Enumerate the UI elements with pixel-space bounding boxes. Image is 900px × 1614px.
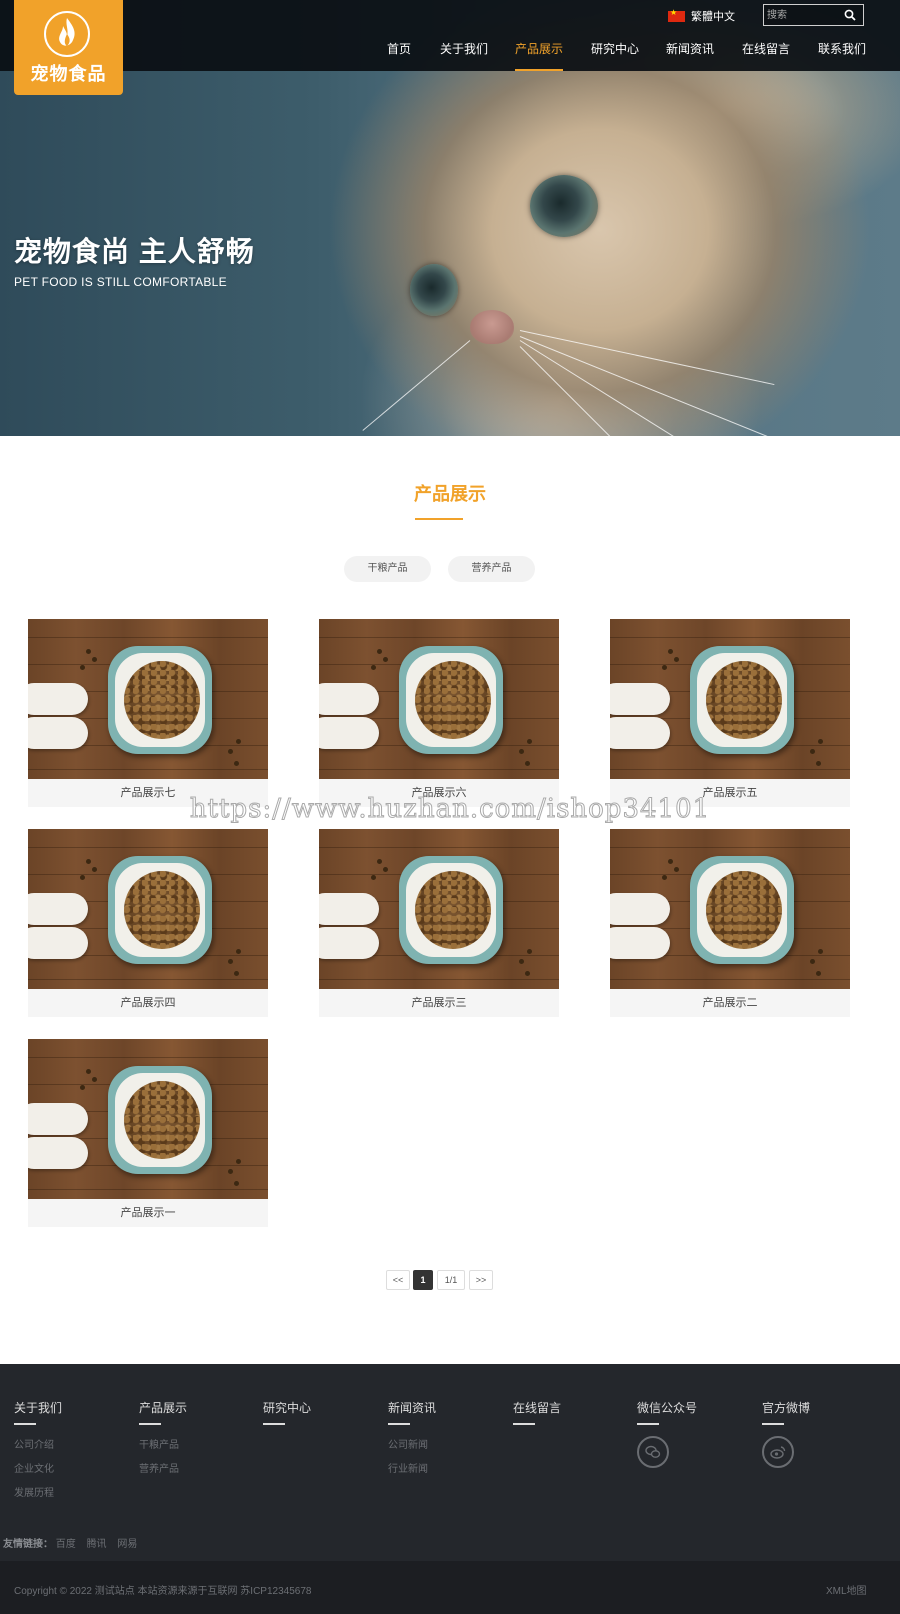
footer-col-news: 新闻资讯 公司新闻 行业新闻 — [388, 1399, 436, 1484]
footer-heading[interactable]: 在线留言 — [513, 1399, 561, 1416]
product-card[interactable]: 产品展示七 — [28, 619, 268, 807]
product-image[interactable] — [610, 619, 850, 779]
footer-heading[interactable]: 产品展示 — [139, 1399, 187, 1416]
product-image[interactable] — [28, 619, 268, 779]
xml-sitemap-link[interactable]: XML地图 — [826, 1582, 867, 1597]
nav-contact[interactable]: 联系我们 — [818, 41, 866, 71]
product-image[interactable] — [610, 829, 850, 989]
product-card[interactable]: 产品展示二 — [610, 829, 850, 1017]
friend-links-label: 友情链接： — [3, 1539, 53, 1550]
footer-link[interactable]: 营养产品 — [139, 1460, 187, 1475]
footer-heading[interactable]: 新闻资讯 — [388, 1399, 436, 1416]
product-image[interactable] — [319, 619, 559, 779]
friend-link[interactable]: 腾讯 — [87, 1539, 107, 1550]
top-bar: 繁體中文 首页 关于我们 产品展示 研究中心 新闻资讯 在线留言 联系我们 — [0, 0, 900, 71]
watermark-text: https://www.huzhan.com/ishop34101 — [189, 794, 711, 825]
footer-link[interactable]: 企业文化 — [14, 1460, 62, 1475]
nav-home[interactable]: 首页 — [387, 41, 411, 71]
flame-icon — [44, 11, 90, 57]
friend-link[interactable]: 百度 — [56, 1539, 76, 1550]
china-flag-icon — [668, 8, 685, 22]
nav-message[interactable]: 在线留言 — [742, 41, 790, 71]
nav-about[interactable]: 关于我们 — [440, 41, 488, 71]
footer-heading: 微信公众号 — [637, 1401, 698, 1415]
footer-heading: 官方微博 — [762, 1401, 811, 1415]
product-image[interactable] — [28, 829, 268, 989]
main-nav: 首页 关于我们 产品展示 研究中心 新闻资讯 在线留言 联系我们 — [0, 41, 900, 71]
section-title: 产品展示 — [414, 484, 486, 504]
product-image[interactable] — [28, 1039, 268, 1199]
language-switch[interactable]: 繁體中文 — [668, 8, 735, 24]
hero-subtitle: PET FOOD IS STILL COMFORTABLE — [14, 275, 227, 289]
language-label: 繁體中文 — [691, 11, 735, 23]
product-card[interactable]: 产品展示六 — [319, 619, 559, 807]
cat-eye-left — [410, 264, 458, 316]
product-name[interactable]: 产品展示一 — [28, 1199, 268, 1227]
wechat-icon[interactable] — [637, 1436, 669, 1468]
product-card[interactable]: 产品展示一 — [28, 1039, 268, 1227]
current-page-button[interactable]: 1 — [413, 1270, 433, 1290]
weibo-icon[interactable] — [762, 1436, 794, 1468]
prev-page-button[interactable]: << — [386, 1270, 410, 1290]
site-logo[interactable]: 宠物食品 — [14, 0, 123, 95]
product-card[interactable]: 产品展示四 — [28, 829, 268, 1017]
product-name[interactable]: 产品展示四 — [28, 989, 268, 1017]
footer-link[interactable]: 公司介绍 — [14, 1436, 62, 1451]
page-count: 1/1 — [437, 1270, 465, 1290]
copyright-text: Copyright © 2022 测试站点 本站资源来源于互联网 苏ICP123… — [14, 1586, 312, 1597]
copyright-bar: Copyright © 2022 测试站点 本站资源来源于互联网 苏ICP123… — [0, 1561, 900, 1614]
category-nutrition[interactable]: 营养产品 — [448, 556, 535, 582]
footer-col-products: 产品展示 干粮产品 营养产品 — [139, 1399, 187, 1484]
footer-col-research: 研究中心 — [263, 1399, 311, 1436]
footer-col-message: 在线留言 — [513, 1399, 561, 1436]
footer-col-weibo: 官方微博 — [762, 1399, 810, 1468]
footer: 关于我们 公司介绍 企业文化 发展历程 产品展示 干粮产品 营养产品 研究中心 … — [0, 1364, 900, 1561]
footer-col-wechat: 微信公众号 — [637, 1399, 697, 1468]
product-name[interactable]: 产品展示三 — [319, 989, 559, 1017]
category-dry-food[interactable]: 干粮产品 — [344, 556, 431, 582]
product-card[interactable]: 产品展示三 — [319, 829, 559, 1017]
product-name[interactable]: 产品展示二 — [610, 989, 850, 1017]
footer-col-about: 关于我们 公司介绍 企业文化 发展历程 — [14, 1399, 62, 1508]
product-card[interactable]: 产品展示五 — [610, 619, 850, 807]
nav-products[interactable]: 产品展示 — [515, 41, 564, 71]
friend-link[interactable]: 网易 — [117, 1539, 137, 1550]
footer-link[interactable]: 公司新闻 — [388, 1436, 436, 1451]
nav-research[interactable]: 研究中心 — [591, 41, 639, 71]
footer-link[interactable]: 发展历程 — [14, 1484, 62, 1499]
friend-links: 友情链接： 百度 腾讯 网易 — [3, 1535, 145, 1550]
search-box — [763, 4, 864, 26]
cat-nose — [470, 310, 514, 344]
next-page-button[interactable]: >> — [469, 1270, 493, 1290]
footer-heading[interactable]: 研究中心 — [263, 1399, 311, 1416]
product-image[interactable] — [319, 829, 559, 989]
footer-link[interactable]: 行业新闻 — [388, 1460, 436, 1475]
cat-eye-right — [530, 175, 598, 237]
hero-title: 宠物食尚 主人舒畅 — [14, 236, 255, 267]
footer-heading[interactable]: 关于我们 — [14, 1399, 62, 1416]
nav-news[interactable]: 新闻资讯 — [666, 41, 714, 71]
section-divider — [415, 518, 463, 520]
footer-link[interactable]: 干粮产品 — [139, 1436, 187, 1451]
search-input[interactable] — [767, 7, 837, 23]
logo-text: 宠物食品 — [30, 64, 107, 84]
search-icon[interactable] — [844, 9, 856, 21]
